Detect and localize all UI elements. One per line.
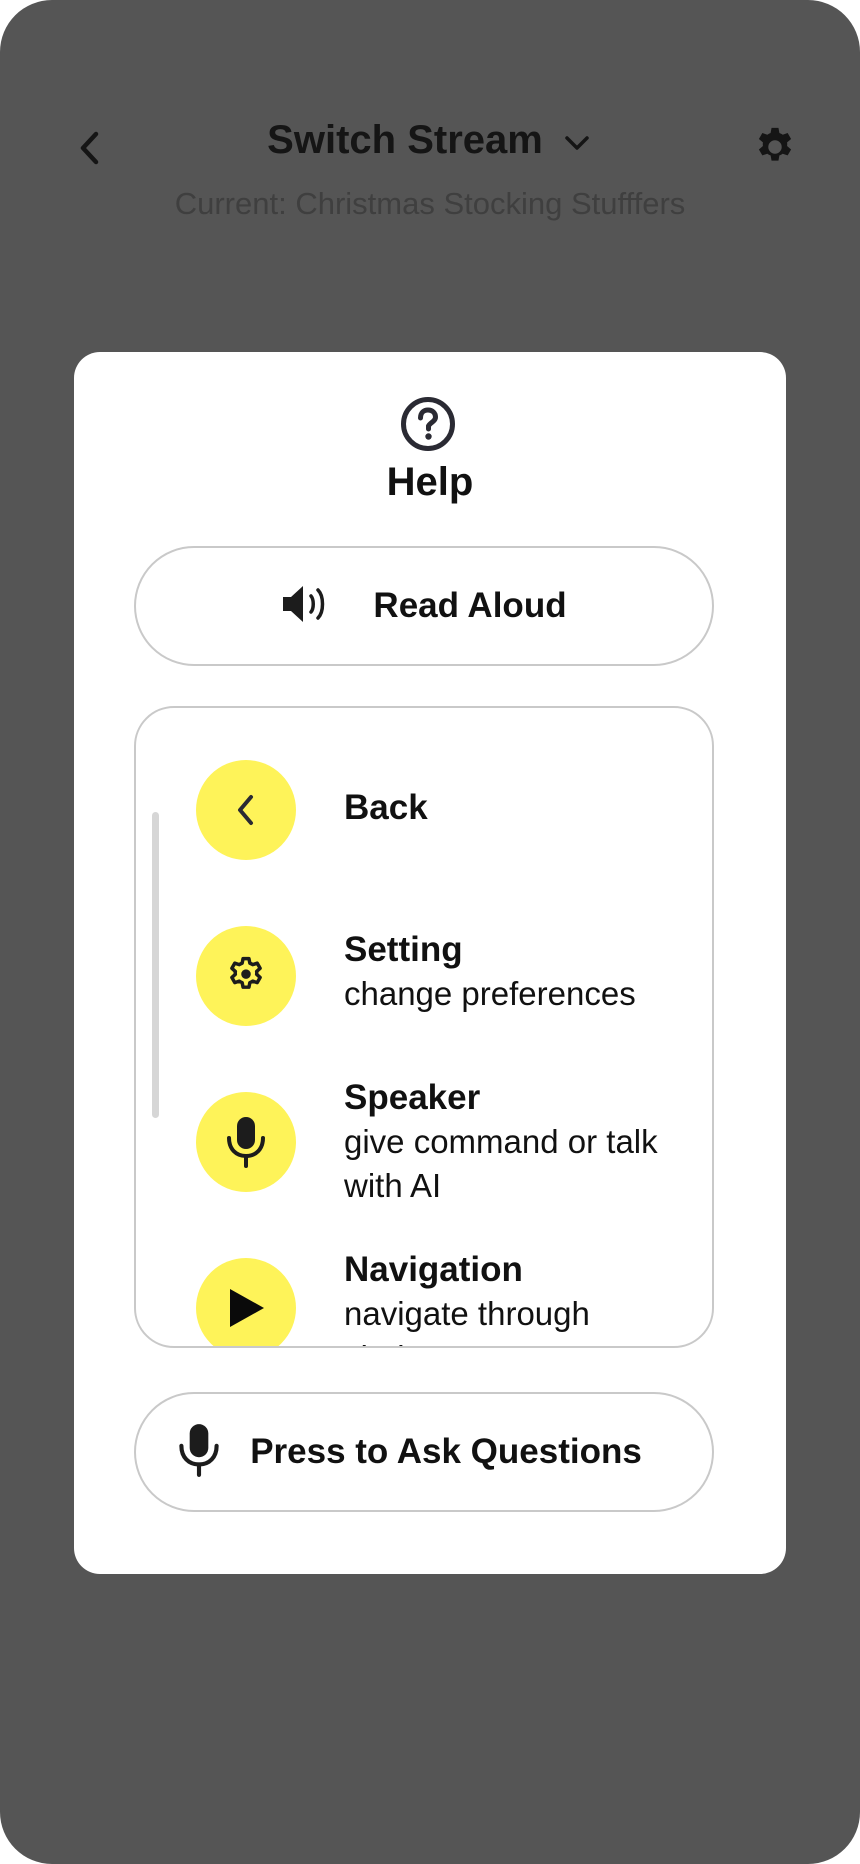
question-circle-icon [400, 396, 456, 452]
list-item-back: Back [196, 760, 696, 860]
help-title: Help [386, 460, 474, 504]
ask-questions-button[interactable]: Press to Ask Questions [134, 1392, 714, 1512]
page-title: Switch Stream [267, 118, 543, 162]
item-title: Navigation [344, 1250, 523, 1289]
read-aloud-button[interactable]: Read Aloud [134, 546, 714, 666]
microphone-icon [176, 1421, 222, 1484]
microphone-icon [196, 1092, 296, 1192]
play-icon [196, 1258, 296, 1346]
item-title: Back [344, 788, 428, 827]
scrollbar[interactable] [152, 812, 159, 1118]
app-screen: Switch Stream Current: Christmas Stockin… [0, 0, 860, 1864]
item-title: Setting [344, 930, 463, 969]
item-title: Speaker [344, 1078, 481, 1117]
stream-switcher[interactable]: Switch Stream [0, 118, 860, 163]
list-item-navigation: Navigation navigate through choices [196, 1250, 696, 1346]
read-aloud-label: Read Aloud [373, 586, 567, 625]
chevron-down-icon [561, 127, 593, 159]
current-stream-label: Current: Christmas Stocking Stufffers [174, 186, 686, 221]
help-modal: Help Read Aloud Back Setting change pref… [74, 352, 786, 1574]
item-description: give command or talk with AI [344, 1123, 658, 1204]
gear-icon[interactable] [752, 124, 798, 170]
help-items-list[interactable]: Back Setting change preferences Speaker … [134, 706, 714, 1348]
list-item-setting: Setting change preferences [196, 926, 696, 1026]
list-item-speaker: Speaker give command or talk with AI [196, 1078, 696, 1204]
item-description: change preferences [344, 975, 636, 1012]
ask-questions-label: Press to Ask Questions [250, 1432, 642, 1471]
item-description: navigate through choices [344, 1295, 590, 1346]
speaker-icon [281, 581, 333, 632]
back-icon [196, 760, 296, 860]
gear-icon [196, 926, 296, 1026]
